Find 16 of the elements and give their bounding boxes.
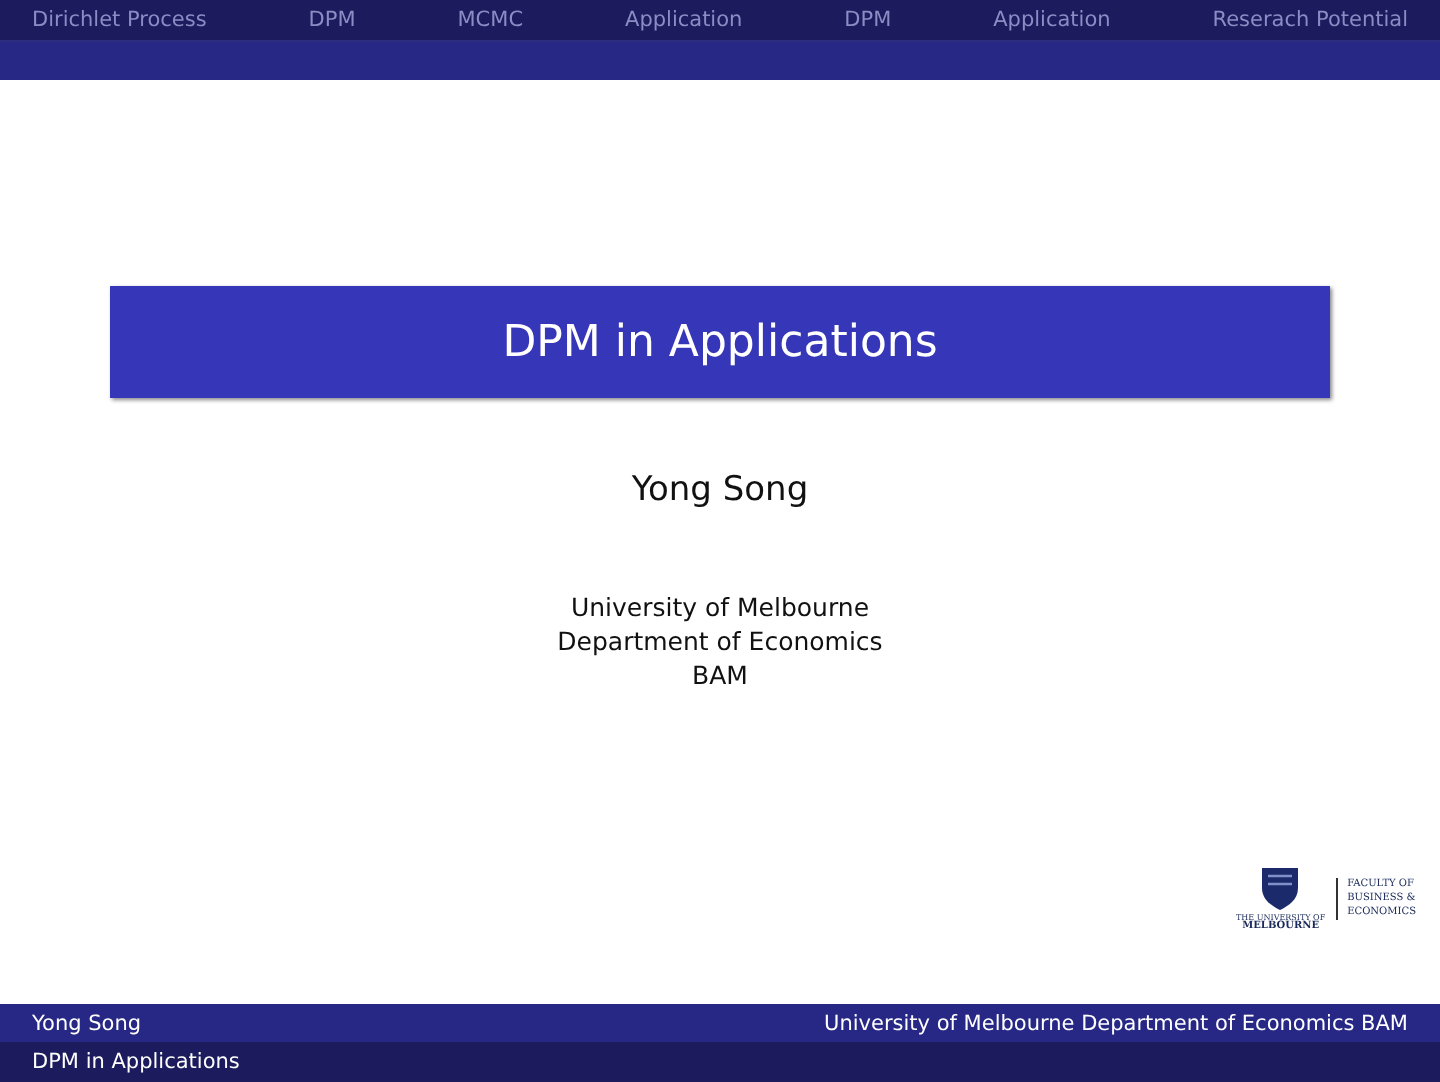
section-link[interactable]: Application [625, 8, 743, 32]
affiliation-line: University of Melbourne [570, 590, 870, 624]
affiliation-line: Department of Economics [557, 624, 883, 658]
section-link[interactable]: Dirichlet Process [32, 8, 207, 32]
section-link[interactable]: DPM [308, 8, 356, 32]
affiliation-line: BAM [692, 658, 748, 692]
footer-author: Yong Song [32, 1011, 142, 1035]
section-link[interactable]: Application [993, 8, 1111, 32]
section-link[interactable]: MCMC [457, 8, 524, 32]
footer-title: DPM in Applications [32, 1050, 240, 1074]
footer-institute: University of Melbourne Department of Economics BAM [824, 1011, 1408, 1035]
slide-title: DPM in Applications [110, 286, 1330, 398]
crest-icon [1258, 864, 1303, 912]
author-name: Yong Song [631, 470, 809, 510]
section-link[interactable]: Reserach Potential [1212, 8, 1408, 32]
section-link[interactable]: DPM [844, 8, 892, 32]
